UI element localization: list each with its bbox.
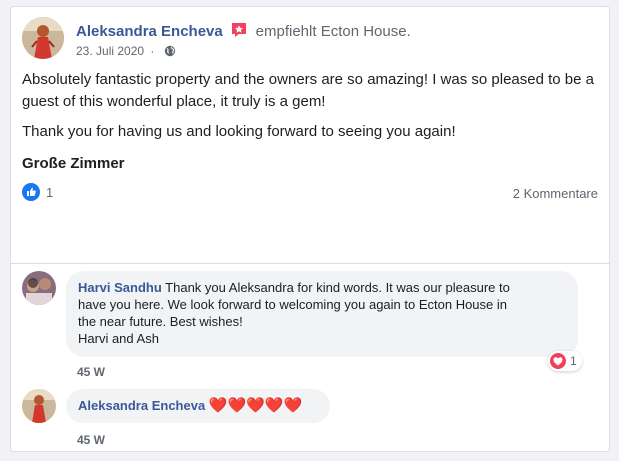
comment-age[interactable]: 45 W bbox=[77, 433, 105, 447]
comment-author[interactable]: Aleksandra Encheva bbox=[78, 398, 205, 413]
comment-text: Harvi and Ash bbox=[78, 331, 159, 346]
meta-separator: · bbox=[150, 44, 155, 58]
post-author-name[interactable]: Aleksandra Encheva bbox=[76, 23, 223, 40]
post-paragraph: Absolutely fantastic property and the ow… bbox=[22, 71, 594, 110]
comment-text: have you here. We look forward to welcom… bbox=[78, 297, 507, 312]
comment-author[interactable]: Harvi Sandhu bbox=[78, 280, 162, 295]
recommendation-star-icon bbox=[232, 23, 247, 37]
commenter-avatar[interactable] bbox=[22, 271, 56, 305]
comment-bubble: Aleksandra Encheva ❤️❤️❤️❤️❤️ bbox=[66, 389, 330, 423]
recommends-text[interactable]: empfiehlt Ecton House. bbox=[256, 23, 411, 40]
commenter-avatar[interactable] bbox=[22, 389, 56, 423]
author-avatar[interactable] bbox=[22, 17, 64, 59]
post-body: Absolutely fantastic property and the ow… bbox=[22, 69, 602, 151]
comment-text: ❤️❤️❤️❤️❤️ bbox=[208, 397, 303, 414]
comment-item: Aleksandra Encheva ❤️❤️❤️❤️❤️ 45 W bbox=[22, 389, 602, 447]
comment-text: Thank you Aleksandra for kind words. It … bbox=[161, 280, 510, 295]
comment-bubble: Harvi Sandhu Thank you Aleksandra for ki… bbox=[66, 271, 578, 357]
review-post-card: Aleksandra Encheva empfiehlt Ecton House… bbox=[10, 6, 610, 452]
post-date[interactable]: 23. Juli 2020 bbox=[76, 44, 144, 58]
comments-count-link[interactable]: 2 Kommentare bbox=[513, 186, 598, 201]
like-thumb-icon bbox=[22, 183, 40, 201]
review-tag: Große Zimmer bbox=[22, 155, 125, 172]
comment-age[interactable]: 45 W bbox=[77, 365, 105, 379]
divider bbox=[11, 263, 609, 264]
globe-icon[interactable] bbox=[164, 45, 176, 57]
header-text: Aleksandra Encheva empfiehlt Ecton House… bbox=[76, 21, 411, 41]
heart-icon bbox=[550, 353, 566, 369]
post-paragraph: Thank you for having us and looking forw… bbox=[22, 123, 456, 140]
like-count: 1 bbox=[46, 185, 54, 200]
comment-item: Harvi Sandhu Thank you Aleksandra for ki… bbox=[22, 271, 602, 381]
comment-text: the near future. Best wishes! bbox=[78, 314, 243, 329]
comment-reaction-pill[interactable]: 1 bbox=[548, 351, 582, 371]
reaction-summary[interactable]: 1 bbox=[22, 183, 53, 201]
post-meta: 23. Juli 2020 · bbox=[76, 44, 176, 58]
reaction-count: 1 bbox=[570, 354, 577, 368]
